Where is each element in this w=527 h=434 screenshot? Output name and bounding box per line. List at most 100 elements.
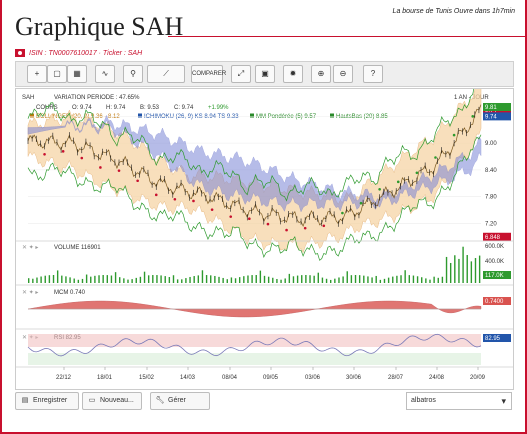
volume-bar	[330, 279, 332, 283]
calendar-tool[interactable]: ▦	[67, 65, 87, 83]
signal-dot	[173, 197, 177, 201]
x-tick-label: 24/08	[429, 375, 445, 381]
volume-bar	[284, 278, 286, 283]
layout-select-value: albatros	[411, 397, 436, 404]
volume-bar	[135, 277, 137, 283]
market-status: La bourse de Tunis Ouvre dans 1h7min	[392, 8, 515, 15]
volume-label: VOLUME 116901	[54, 245, 101, 251]
signal-dot	[471, 115, 475, 118]
settings-tool[interactable]: ✹	[283, 65, 303, 83]
signal-dot	[285, 228, 288, 232]
volume-bar	[168, 277, 171, 283]
volume-bar	[396, 275, 398, 283]
volume-bar	[197, 275, 200, 283]
zoom-in-icon: ⊕	[317, 69, 325, 78]
zoom-in-tool[interactable]: ⊕	[311, 65, 331, 83]
isin-text: ISIN : TN0007610017 · Ticker : SAH	[29, 49, 143, 57]
price-badge-text: 9.74	[485, 114, 497, 120]
volume-bar	[102, 275, 104, 283]
compare-button[interactable]: COMPARER	[191, 65, 226, 83]
expand-icon: ⤢	[237, 69, 245, 78]
x-tick-label: 20/09	[470, 375, 486, 381]
volume-bar	[181, 279, 183, 283]
signal-dot	[99, 166, 102, 169]
volume-bar	[90, 276, 92, 283]
signal-dot	[415, 171, 419, 175]
volume-bar	[305, 275, 307, 283]
volume-bar	[234, 278, 237, 283]
volume-bar	[288, 273, 291, 283]
volume-bar	[77, 279, 80, 283]
x-tick-label: 22/12	[56, 375, 72, 381]
wave-icon: ∿	[101, 69, 109, 78]
signal-dot	[266, 222, 270, 226]
volume-bar	[408, 275, 411, 283]
signal-dot	[192, 199, 195, 203]
manage-button[interactable]: 🔧︎ Gérer	[150, 392, 210, 410]
volume-bar	[454, 255, 456, 283]
volume-bar	[441, 276, 444, 283]
volume-bar	[272, 277, 274, 283]
volume-bar	[222, 277, 224, 283]
expand-tool[interactable]: ⤢	[231, 65, 251, 83]
volume-bar	[325, 278, 328, 283]
volume-bar	[309, 275, 311, 283]
save-label: Enregistrer	[33, 397, 68, 404]
volume-bar	[342, 276, 344, 283]
volume-bar	[160, 275, 162, 283]
chevron-down-icon: ▾	[501, 396, 506, 406]
symbol-label: SAH	[22, 95, 34, 101]
volume-bar	[201, 270, 204, 283]
volume-bar	[404, 270, 406, 283]
x-tick-label: 30/06	[346, 375, 362, 381]
volume-bar	[106, 275, 109, 283]
volume-bar	[185, 278, 187, 283]
day-tool[interactable]: ▢	[47, 65, 67, 83]
volume-bar	[65, 276, 67, 283]
signal-dot	[154, 193, 158, 197]
legend-swatch	[250, 113, 254, 118]
new-button[interactable]: ▭ Nouveau...	[82, 392, 142, 410]
fit-tool[interactable]: ▣	[255, 65, 275, 83]
volume-bar	[367, 276, 369, 283]
volume-bar	[210, 275, 212, 283]
volume-bar	[276, 278, 278, 283]
signal-dot	[117, 169, 121, 172]
volume-bar	[172, 275, 175, 283]
volume-bar	[317, 272, 319, 283]
volume-bar	[421, 277, 423, 283]
page-title: Graphique SAH	[15, 12, 184, 41]
volume-bar	[44, 275, 46, 283]
volume-bar	[193, 276, 195, 283]
volume-bar	[429, 279, 431, 283]
stock-chart[interactable]: SAH VARIATION PERIODE : 47.65% 1 AN - JOUR…	[16, 71, 513, 389]
crosshair-tool[interactable]: +	[27, 65, 47, 83]
volume-bar	[131, 279, 133, 283]
volume-bar	[338, 277, 340, 283]
volume-bar	[218, 276, 220, 283]
volume-bar	[379, 279, 382, 283]
line-style-tool[interactable]: ∿	[95, 65, 115, 83]
trendline-icon: ⟋	[163, 69, 169, 78]
volume-bar	[114, 272, 117, 283]
help-tool[interactable]: ?	[363, 65, 383, 83]
open-value: O: 9.74	[72, 105, 92, 111]
trend-tool[interactable]: ⟋	[147, 65, 185, 83]
volume-bar	[267, 276, 270, 283]
marker-tool[interactable]: ⚲	[123, 65, 143, 83]
chart-area[interactable]: SAH VARIATION PERIODE : 47.65% 1 AN - JOUR…	[15, 71, 514, 390]
page: Graphique SAH La bourse de Tunis Ouvre d…	[0, 0, 527, 434]
layout-select[interactable]: albatros ▾	[406, 392, 512, 410]
volume-bar	[280, 279, 282, 283]
signal-dot	[341, 211, 344, 215]
volume-bar	[226, 279, 228, 283]
volume-bar	[98, 275, 100, 283]
volume-bar	[474, 258, 477, 283]
volume-bar	[251, 275, 253, 283]
volume-bar	[445, 256, 448, 283]
zoom-out-tool[interactable]: ⊖	[333, 65, 353, 83]
signal-dot	[396, 180, 400, 184]
volume-bar	[189, 276, 191, 283]
save-button[interactable]: ▤ Enregistrer	[15, 392, 79, 410]
save-icon: ▤	[21, 397, 29, 404]
